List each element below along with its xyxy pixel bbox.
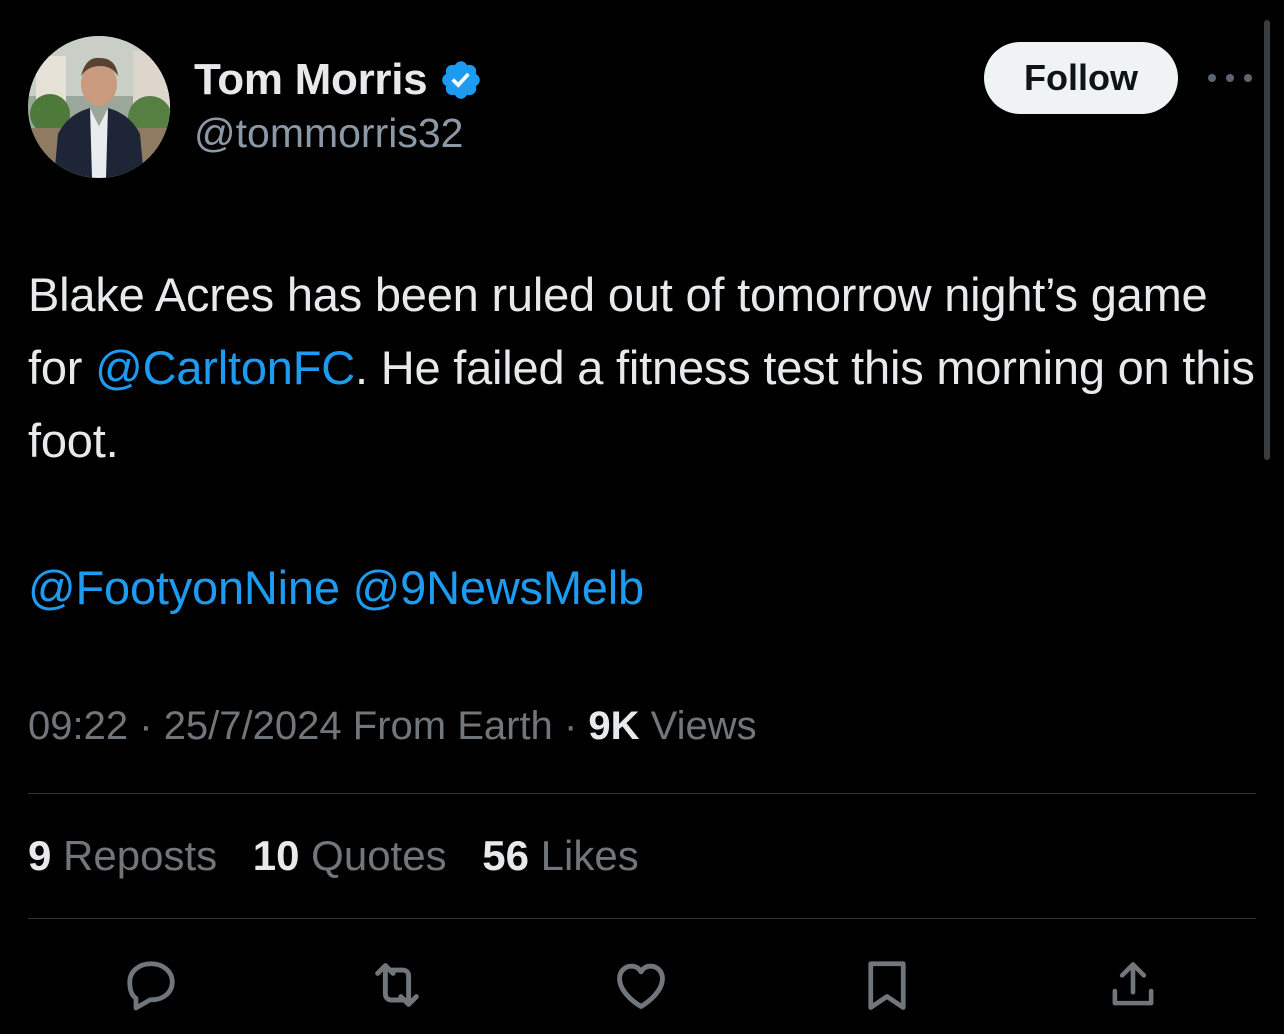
name-row: Tom Morris [194, 52, 483, 108]
views-count: 9K [588, 704, 640, 748]
author-display-name[interactable]: Tom Morris [194, 55, 428, 105]
follow-button[interactable]: Follow [984, 42, 1178, 114]
author-handle[interactable]: @tommorris32 [194, 110, 483, 157]
tweet-detail: Tom Morris @tommorris32 Follow Blake Acr… [0, 0, 1284, 1034]
reply-icon [127, 961, 175, 1011]
likes-label: Likes [540, 832, 639, 879]
likes-count: 56 [482, 832, 529, 879]
likes-stat[interactable]: 56 Likes [482, 832, 638, 879]
scrollbar[interactable] [1264, 20, 1270, 460]
tweet-header: Tom Morris @tommorris32 Follow [28, 36, 1256, 186]
tweet-meta: 09:22 · 25/7/2024 From Earth · 9K Views [28, 704, 757, 749]
tweet-date[interactable]: 25/7/2024 [164, 704, 342, 748]
reposts-count: 9 [28, 832, 52, 879]
quotes-stat[interactable]: 10 Quotes [253, 832, 447, 879]
divider [28, 918, 1256, 919]
meta-separator: · [139, 704, 153, 748]
mention-link[interactable]: @FootyonNine [28, 561, 340, 614]
like-button[interactable] [606, 950, 676, 1020]
share-button[interactable] [1098, 950, 1168, 1020]
bookmark-button[interactable] [852, 950, 922, 1020]
mention-link[interactable]: @9NewsMelb [353, 561, 644, 614]
like-icon [617, 963, 665, 1009]
author-info: Tom Morris @tommorris32 [194, 52, 483, 157]
avatar[interactable] [28, 36, 170, 178]
bookmark-icon [868, 961, 906, 1010]
mention-link[interactable]: @CarltonFC [95, 341, 355, 394]
quotes-label: Quotes [311, 832, 447, 879]
tweet-text: Blake Acres has been ruled out of tomorr… [28, 258, 1264, 477]
tweet-tags: @FootyonNine @9NewsMelb [28, 551, 644, 624]
tweet-source: From Earth [352, 704, 553, 748]
more-options-icon[interactable] [1208, 66, 1252, 90]
reply-button[interactable] [116, 950, 186, 1020]
quotes-count: 10 [252, 832, 300, 879]
repost-icon [375, 963, 419, 1007]
action-bar [0, 950, 1284, 1020]
reposts-stat[interactable]: 9 Reposts [28, 832, 217, 879]
share-icon [1112, 962, 1154, 1006]
verified-badge-icon [439, 58, 483, 102]
divider [28, 793, 1256, 794]
tweet-time[interactable]: 09:22 [28, 704, 128, 748]
engagement-stats: 9 Reposts 10 Quotes 56 Likes [28, 832, 663, 880]
repost-button[interactable] [362, 950, 432, 1020]
reposts-label: Reposts [63, 832, 218, 879]
views-label: Views [650, 704, 757, 748]
meta-separator: · [563, 704, 578, 748]
